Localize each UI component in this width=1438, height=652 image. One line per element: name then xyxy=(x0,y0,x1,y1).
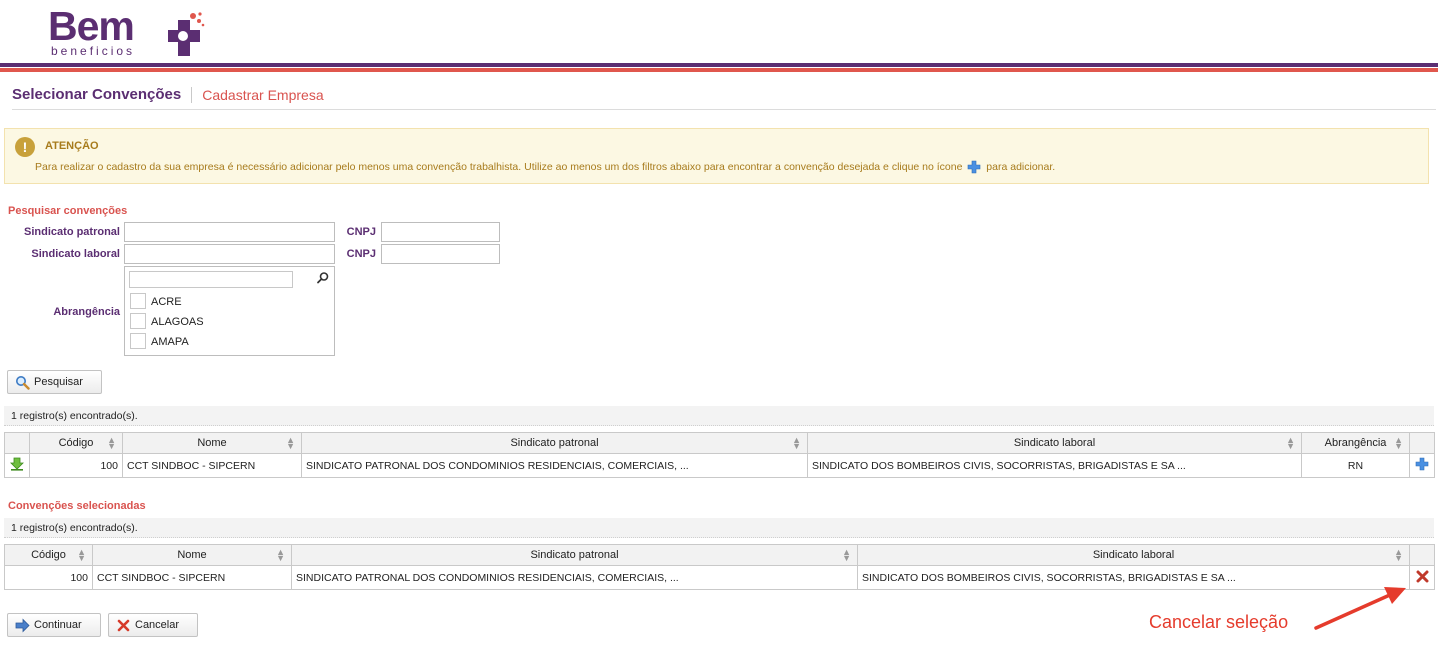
sort-icon[interactable]: ▲ ▼ xyxy=(286,436,295,451)
abrangencia-option-alagoas[interactable]: ALAGOAS xyxy=(130,313,330,331)
cell-sindicato-patronal: SINDICATO PATRONAL DOS CONDOMINIOS RESID… xyxy=(291,565,858,590)
column-header-nome[interactable]: Nome ▲ ▼ xyxy=(122,432,302,454)
logo-cross-icon xyxy=(168,12,205,56)
selected-table: Código ▲ ▼ Nome ▲ ▼ Sindicato patronal ▲ ▼ Sin… xyxy=(4,544,1435,590)
abrangencia-option-amapa[interactable]: AMAPA xyxy=(130,333,330,351)
option-label: ACRE xyxy=(151,296,182,308)
header-bar-red xyxy=(0,68,1438,72)
logo-subtext: beneficios xyxy=(51,44,136,58)
cell-sindicato-laboral: SINDICATO DOS BOMBEIROS CIVIS, SOCORRIST… xyxy=(807,453,1302,478)
alert-title: ATENÇÃO xyxy=(45,140,99,152)
table-row[interactable]: 100 CCT SINDBOC - SIPCERN SINDICATO PATR… xyxy=(4,453,1435,478)
plus-icon xyxy=(968,160,981,174)
cell-codigo: 100 xyxy=(29,453,123,478)
table-header-row: Código ▲ ▼ Nome ▲ ▼ Sindicato patronal ▲ ▼ Sin… xyxy=(4,544,1435,566)
abrangencia-multiselect[interactable]: ACRE ALAGOAS AMAPA xyxy=(124,266,335,356)
attention-alert: ! ATENÇÃO Para realizar o cadastro da su… xyxy=(4,128,1429,184)
close-icon xyxy=(117,619,130,632)
cancel-button[interactable]: Cancelar xyxy=(108,613,198,637)
sort-icon[interactable]: ▲ ▼ xyxy=(1286,436,1295,451)
column-header-sindicato-patronal[interactable]: Sindicato patronal ▲ ▼ xyxy=(291,544,858,566)
cell-nome: CCT SINDBOC - SIPCERN xyxy=(122,453,302,478)
cancel-selection-annotation: Cancelar seleção xyxy=(1149,612,1289,632)
brand-logo: Bem beneficios xyxy=(48,4,218,60)
column-header-sindicato-patronal[interactable]: Sindicato patronal ▲ ▼ xyxy=(301,432,808,454)
page-title-bar: Selecionar Convenções Cadastrar Empresa xyxy=(12,86,1436,110)
add-plus-icon[interactable] xyxy=(1415,457,1429,471)
alert-message: Para realizar o cadastro da sua empresa … xyxy=(35,160,1055,174)
sort-icon[interactable]: ▲ ▼ xyxy=(77,548,86,563)
column-header-nome[interactable]: Nome ▲ ▼ xyxy=(92,544,292,566)
column-header-codigo[interactable]: Código ▲ ▼ xyxy=(29,432,123,454)
logo-text: Bem xyxy=(48,3,135,49)
cnpj-laboral-input[interactable] xyxy=(381,244,500,264)
magnifier-icon xyxy=(16,376,30,390)
sort-icon[interactable]: ▲ ▼ xyxy=(276,548,285,563)
search-icon[interactable] xyxy=(316,271,330,285)
column-header-codigo[interactable]: Código ▲ ▼ xyxy=(4,544,93,566)
download-icon[interactable] xyxy=(10,457,24,471)
selected-section-title: Convenções selecionadas xyxy=(8,500,146,512)
sindicato-patronal-label: Sindicato patronal xyxy=(24,226,120,238)
remove-cell[interactable] xyxy=(1409,565,1435,590)
continue-button[interactable]: Continuar xyxy=(7,613,101,637)
checkbox[interactable] xyxy=(130,333,146,349)
alert-text-after: para adicionar. xyxy=(986,160,1056,173)
checkbox[interactable] xyxy=(130,293,146,309)
sindicato-patronal-input[interactable] xyxy=(124,222,335,242)
cnpj-patronal-label: CNPJ xyxy=(346,226,376,238)
cancel-button-label: Cancelar xyxy=(135,619,180,631)
title-divider xyxy=(191,86,193,103)
column-header-sindicato-laboral[interactable]: Sindicato laboral ▲ ▼ xyxy=(857,544,1410,566)
sort-icon[interactable]: ▲ ▼ xyxy=(792,436,801,451)
header-bar-purple xyxy=(0,63,1438,67)
search-section-title: Pesquisar convenções xyxy=(8,205,128,217)
selected-count: 1 registro(s) encontrado(s). xyxy=(4,518,1434,538)
sort-icon[interactable]: ▲ ▼ xyxy=(1394,436,1403,451)
sort-icon[interactable]: ▲ ▼ xyxy=(1394,548,1403,563)
option-label: ALAGOAS xyxy=(151,316,204,328)
abrangencia-label: Abrangência xyxy=(53,306,120,318)
column-header-action xyxy=(4,432,30,454)
annotation-arrow-icon xyxy=(1314,587,1406,630)
cnpj-laboral-label: CNPJ xyxy=(346,248,376,260)
alert-text-before: Para realizar o cadastro da sua empresa … xyxy=(35,160,963,173)
page-title: Selecionar Convenções xyxy=(12,86,182,103)
checkbox[interactable] xyxy=(130,313,146,329)
download-cell[interactable] xyxy=(4,453,30,478)
results-count: 1 registro(s) encontrado(s). xyxy=(4,406,1434,426)
column-header-sindicato-laboral[interactable]: Sindicato laboral ▲ ▼ xyxy=(807,432,1302,454)
cadastrar-empresa-link[interactable]: Cadastrar Empresa xyxy=(202,87,323,103)
column-header-add xyxy=(1409,432,1435,454)
add-cell[interactable] xyxy=(1409,453,1435,478)
column-header-abrangencia[interactable]: Abrangência ▲ ▼ xyxy=(1301,432,1410,454)
cnpj-patronal-input[interactable] xyxy=(381,222,500,242)
column-header-remove xyxy=(1409,544,1435,566)
cell-abrangencia: RN xyxy=(1301,453,1410,478)
table-row[interactable]: 100 CCT SINDBOC - SIPCERN SINDICATO PATR… xyxy=(4,565,1435,590)
search-button-label: Pesquisar xyxy=(34,376,83,388)
search-button[interactable]: Pesquisar xyxy=(7,370,102,394)
sindicato-laboral-input[interactable] xyxy=(124,244,335,264)
cell-sindicato-patronal: SINDICATO PATRONAL DOS CONDOMINIOS RESID… xyxy=(301,453,808,478)
arrow-right-icon xyxy=(15,618,30,633)
option-label: AMAPA xyxy=(151,336,189,348)
exclamation-icon: ! xyxy=(15,137,35,157)
continue-button-label: Continuar xyxy=(34,619,82,631)
sort-icon[interactable]: ▲ ▼ xyxy=(842,548,851,563)
cell-codigo: 100 xyxy=(4,565,93,590)
abrangencia-option-acre[interactable]: ACRE xyxy=(130,293,330,311)
sort-icon[interactable]: ▲ ▼ xyxy=(107,436,116,451)
cell-nome: CCT SINDBOC - SIPCERN xyxy=(92,565,292,590)
remove-x-icon[interactable] xyxy=(1416,570,1429,583)
results-table: Código ▲ ▼ Nome ▲ ▼ Sindicato patronal ▲ ▼ Sin… xyxy=(4,432,1435,478)
abrangencia-filter-input[interactable] xyxy=(129,271,293,288)
sindicato-laboral-label: Sindicato laboral xyxy=(31,248,120,260)
table-header-row: Código ▲ ▼ Nome ▲ ▼ Sindicato patronal ▲ ▼ Sin… xyxy=(4,432,1435,454)
